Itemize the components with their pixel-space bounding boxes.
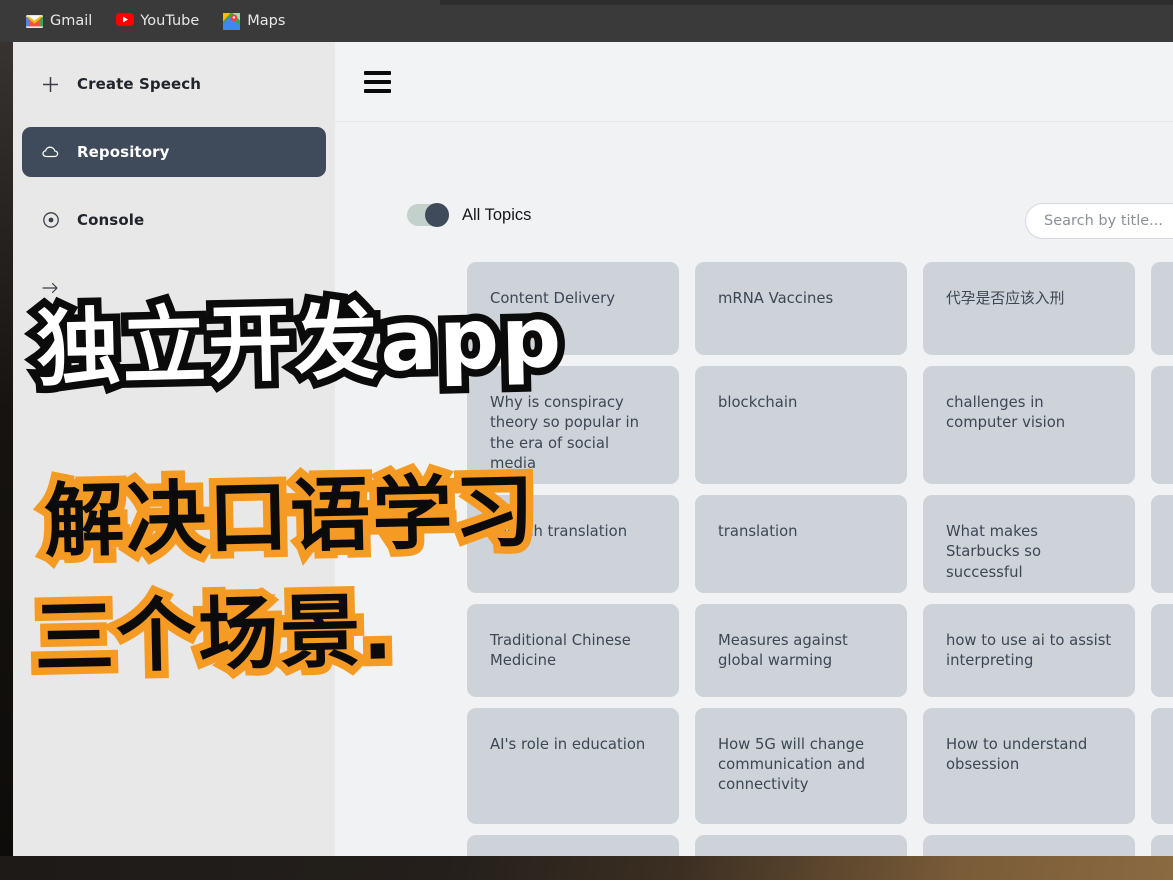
sidebar-item-console[interactable]: Console	[22, 195, 326, 245]
topic-card[interactable]: Content Delivery	[467, 262, 679, 355]
topic-card[interactable]: What makes Starbucks so successful	[923, 495, 1135, 593]
all-topics-label: All Topics	[462, 205, 532, 224]
bookmark-label: Maps	[247, 13, 286, 29]
topic-card[interactable]: challenges in computer vision	[923, 366, 1135, 485]
topic-card[interactable]: what	[1151, 366, 1173, 485]
card-row: speech translation translation What make…	[467, 495, 1173, 593]
topic-card[interactable]: translation	[695, 495, 907, 593]
app-page: Create Speech Repository Console All Top…	[13, 42, 1173, 864]
topic-card[interactable]: how to use ai to assist interpreting	[923, 603, 1135, 697]
topic-card[interactable]: 代孕是否应该入刑	[923, 262, 1135, 355]
plus-icon	[42, 76, 68, 93]
topic-card[interactable]: 元宇宙	[1151, 495, 1173, 593]
bookmark-youtube[interactable]: YouTube	[116, 12, 200, 30]
browser-bookmarks-bar: Gmail YouTube Maps	[0, 0, 1173, 42]
sidebar-item-label: Repository	[77, 143, 170, 161]
youtube-icon	[116, 12, 135, 30]
card-row: AI's role in education How 5G will chang…	[467, 707, 1173, 824]
all-topics-toggle[interactable]: All Topics	[407, 203, 532, 227]
filter-bar: All Topics	[335, 122, 1173, 239]
topic-card[interactable]: How 5G will change communication and con…	[695, 707, 907, 824]
chrome-notch	[440, 0, 1173, 5]
main-content: All Topics Content Delivery mRNA Vaccine…	[335, 42, 1173, 864]
topic-card[interactable]: language learning app	[1151, 262, 1173, 355]
gmail-icon	[26, 13, 43, 30]
topic-card[interactable]: blockchain	[695, 366, 907, 485]
bottom-video-strip	[0, 856, 1173, 880]
topic-card[interactable]: live	[1151, 707, 1173, 824]
sidebar-item-label: Console	[77, 211, 145, 229]
toggle-knob	[425, 203, 449, 227]
toggle-switch[interactable]	[407, 203, 449, 227]
topic-card[interactable]: speech translation	[467, 495, 679, 593]
bookmark-gmail[interactable]: Gmail	[26, 13, 92, 30]
arrow-right-icon	[42, 281, 68, 295]
bookmark-label: YouTube	[140, 13, 200, 29]
sidebar-item-expand[interactable]	[22, 263, 326, 313]
cloud-icon	[42, 145, 68, 159]
topic-card[interactable]: Measures against global warming	[695, 603, 907, 697]
card-row: Why is conspiracy theory so popular in t…	[467, 366, 1173, 485]
topic-card[interactable]: Good	[1151, 603, 1173, 697]
topic-card[interactable]: How to understand obsession	[923, 707, 1135, 824]
card-row: Traditional Chinese Medicine Measures ag…	[467, 603, 1173, 697]
content-topbar	[335, 42, 1173, 122]
sidebar-item-create-speech[interactable]: Create Speech	[22, 59, 326, 109]
topic-card[interactable]: AI's role in education	[467, 707, 679, 824]
topic-card[interactable]: Why is conspiracy theory so popular in t…	[467, 366, 679, 485]
search-input[interactable]	[1025, 203, 1173, 239]
window-left-gutter	[0, 42, 13, 864]
sidebar: Create Speech Repository Console	[13, 42, 335, 864]
target-icon	[42, 211, 68, 229]
sidebar-item-repository[interactable]: Repository	[22, 127, 326, 177]
topic-card[interactable]: Traditional Chinese Medicine	[467, 603, 679, 697]
topic-card-grid: Content Delivery mRNA Vaccines 代孕是否应该入刑 …	[467, 262, 1173, 864]
card-row: Content Delivery mRNA Vaccines 代孕是否应该入刑 …	[467, 262, 1173, 355]
hamburger-icon[interactable]	[364, 71, 391, 93]
bookmark-maps[interactable]: Maps	[223, 12, 286, 30]
bookmark-label: Gmail	[50, 13, 93, 29]
topic-card[interactable]: mRNA Vaccines	[695, 262, 907, 355]
maps-icon	[223, 12, 241, 30]
sidebar-item-label: Create Speech	[77, 75, 202, 93]
